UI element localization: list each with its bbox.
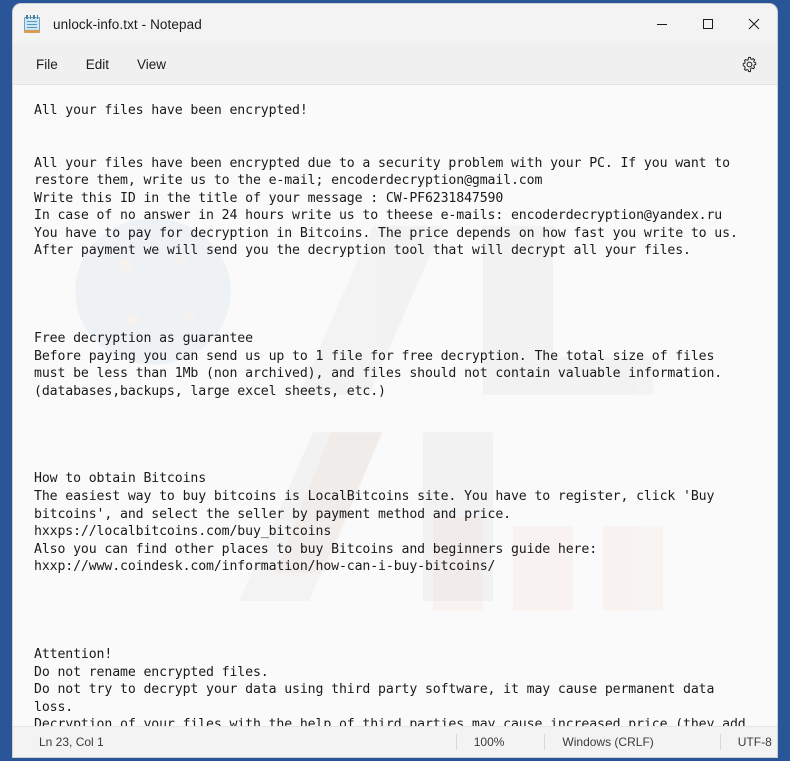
window-controls bbox=[639, 4, 777, 44]
status-bar: Ln 23, Col 1 100% Windows (CRLF) UTF-8 bbox=[13, 726, 777, 757]
status-encoding[interactable]: UTF-8 bbox=[719, 734, 772, 750]
notepad-window: unlock-info.txt - Notepad File Edit View… bbox=[13, 4, 777, 757]
text-editor-area[interactable]: All your files have been encrypted! All … bbox=[13, 85, 777, 726]
menu-bar: File Edit View bbox=[13, 44, 777, 85]
note-text-content[interactable]: All your files have been encrypted! All … bbox=[13, 85, 777, 726]
menu-item-view[interactable]: View bbox=[126, 52, 177, 77]
menu-item-file[interactable]: File bbox=[25, 52, 69, 77]
title-bar[interactable]: unlock-info.txt - Notepad bbox=[13, 4, 777, 44]
menu-item-edit[interactable]: Edit bbox=[75, 52, 120, 77]
minimize-button[interactable] bbox=[639, 4, 685, 44]
close-button[interactable] bbox=[731, 4, 777, 44]
maximize-button[interactable] bbox=[685, 4, 731, 44]
status-zoom-level[interactable]: 100% bbox=[455, 734, 504, 750]
gear-icon[interactable] bbox=[735, 50, 763, 78]
notepad-icon bbox=[24, 15, 40, 33]
status-cursor-position: Ln 23, Col 1 bbox=[39, 735, 104, 749]
desktop-background: unlock-info.txt - Notepad File Edit View… bbox=[0, 0, 790, 761]
window-title: unlock-info.txt - Notepad bbox=[53, 16, 202, 32]
status-line-ending[interactable]: Windows (CRLF) bbox=[544, 734, 654, 750]
